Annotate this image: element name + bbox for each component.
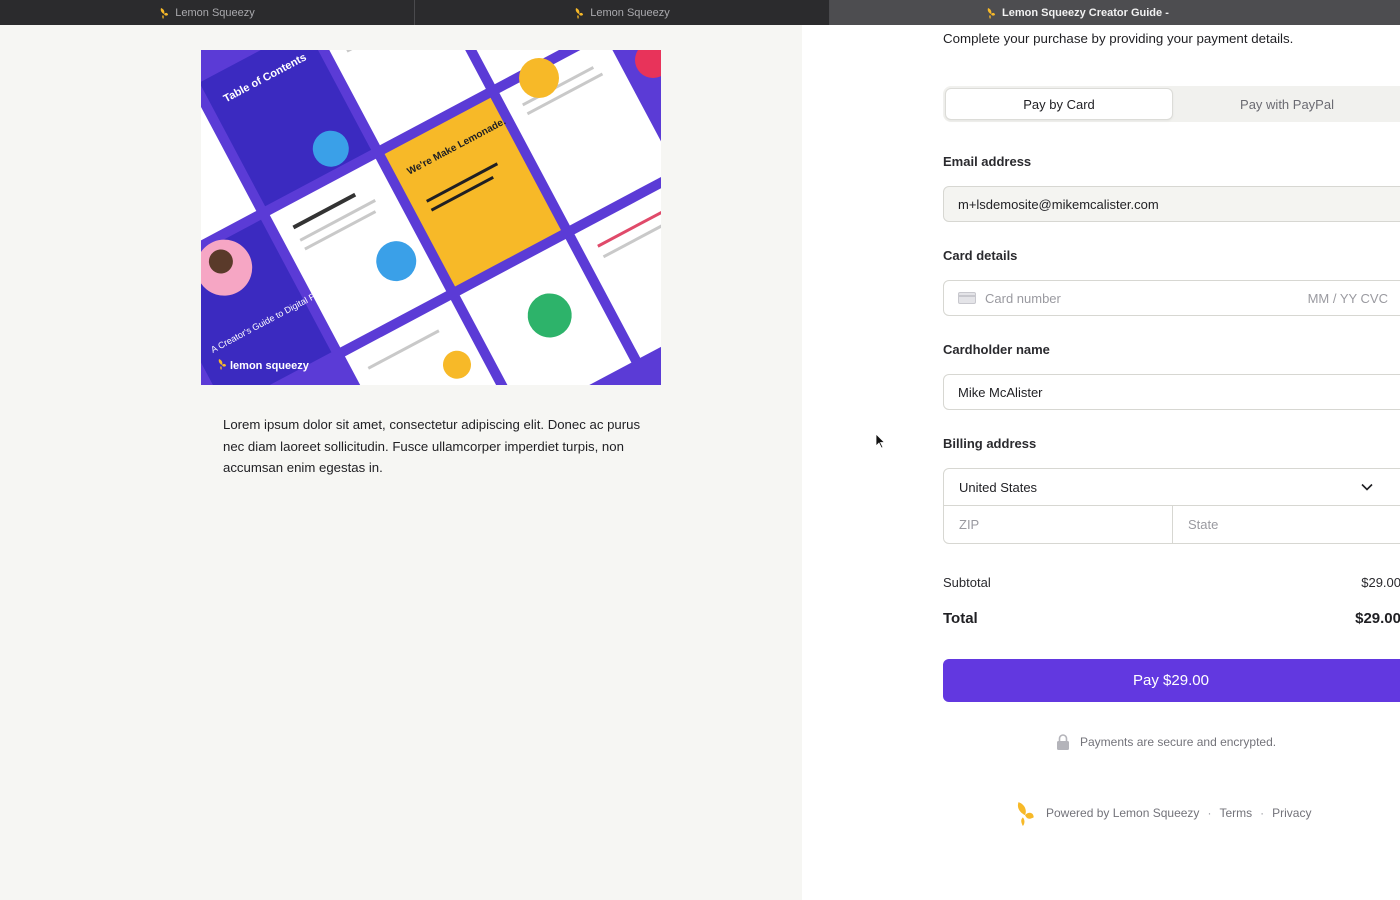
product-pane: Table of Contents A Creator's Guide to D… <box>0 25 802 900</box>
browser-tab-3-active[interactable]: Lemon Squeezy Creator Guide - <box>830 0 1400 25</box>
card-number-placeholder: Card number <box>985 290 1061 306</box>
total-label: Total <box>943 610 978 627</box>
email-field[interactable]: m+lsdemosite@mikemcalister.com <box>943 186 1400 222</box>
browser-tab-label: Lemon Squeezy <box>590 6 670 19</box>
card-details-label: Card details <box>943 248 1018 263</box>
cardholder-name-field[interactable]: Mike McAlister <box>943 374 1400 410</box>
lemon-squeezy-logo-icon <box>1017 802 1034 826</box>
billing-address-label: Billing address <box>943 436 1037 451</box>
checkout-pane: Complete your purchase by providing your… <box>802 25 1400 900</box>
cardholder-label: Cardholder name <box>943 342 1050 357</box>
hero-logo-text: lemon squeezy <box>230 360 310 372</box>
checkout-intro: Complete your purchase by providing your… <box>943 31 1294 46</box>
billing-address-group: United States ZIP State <box>943 468 1400 544</box>
credit-card-icon <box>958 292 976 304</box>
product-hero-image: Table of Contents A Creator's Guide to D… <box>201 50 661 385</box>
chevron-down-icon <box>1361 483 1373 491</box>
total-row: Total $29.00 <box>943 610 1400 627</box>
card-details-field[interactable]: Card number MM / YY CVC <box>943 280 1400 316</box>
guide-pages-illustration: Table of Contents A Creator's Guide to D… <box>201 50 661 385</box>
subtotal-row: Subtotal $29.00 <box>943 575 1400 590</box>
lock-icon <box>1057 734 1069 750</box>
powered-by-link[interactable]: Powered by Lemon Squeezy <box>1046 806 1199 820</box>
lemon-squeezy-logo-icon <box>987 7 995 19</box>
lemon-squeezy-logo-icon <box>575 7 584 19</box>
total-value: $29.00 <box>1355 610 1400 627</box>
pay-button[interactable]: Pay $29.00 <box>943 659 1400 702</box>
expiry-cvc-placeholder: MM / YY CVC <box>1307 290 1388 306</box>
country-select[interactable]: United States <box>944 469 1400 506</box>
browser-tab-label: Lemon Squeezy <box>175 6 255 19</box>
email-label: Email address <box>943 154 1032 169</box>
lemon-squeezy-logo-icon <box>160 7 169 19</box>
subtotal-value: $29.00 <box>1361 575 1400 590</box>
terms-link[interactable]: Terms <box>1219 806 1252 820</box>
product-description: Lorem ipsum dolor sit amet, consectetur … <box>223 417 641 476</box>
browser-tab-1[interactable]: Lemon Squeezy <box>0 0 415 25</box>
browser-tab-label: Lemon Squeezy Creator Guide - <box>1002 6 1169 19</box>
country-value: United States <box>959 479 1038 495</box>
tab-pay-with-paypal[interactable]: Pay with PayPal <box>1173 88 1400 120</box>
subtotal-label: Subtotal <box>943 575 991 590</box>
email-value: m+lsdemosite@mikemcalister.com <box>958 196 1159 212</box>
mouse-cursor-icon <box>875 433 885 449</box>
browser-tab-bar: Lemon Squeezy Lemon Squeezy Lemon Squeez… <box>0 0 1400 25</box>
cardholder-value: Mike McAlister <box>958 384 1043 400</box>
tab-pay-by-card[interactable]: Pay by Card <box>945 88 1173 120</box>
secure-note-text: Payments are secure and encrypted. <box>1080 735 1277 749</box>
zip-input[interactable]: ZIP <box>944 506 1173 543</box>
state-input[interactable]: State <box>1173 506 1233 543</box>
privacy-link[interactable]: Privacy <box>1272 806 1311 820</box>
footer-separator: · <box>1260 806 1265 820</box>
secure-note: Payments are secure and encrypted. <box>1056 734 1276 750</box>
payment-method-tabs: Pay by Card Pay with PayPal <box>943 86 1400 122</box>
footer-separator: · <box>1207 806 1212 820</box>
checkout-footer: Powered by Lemon Squeezy · Terms · Priva… <box>1014 800 1311 826</box>
browser-tab-2[interactable]: Lemon Squeezy <box>415 0 830 25</box>
